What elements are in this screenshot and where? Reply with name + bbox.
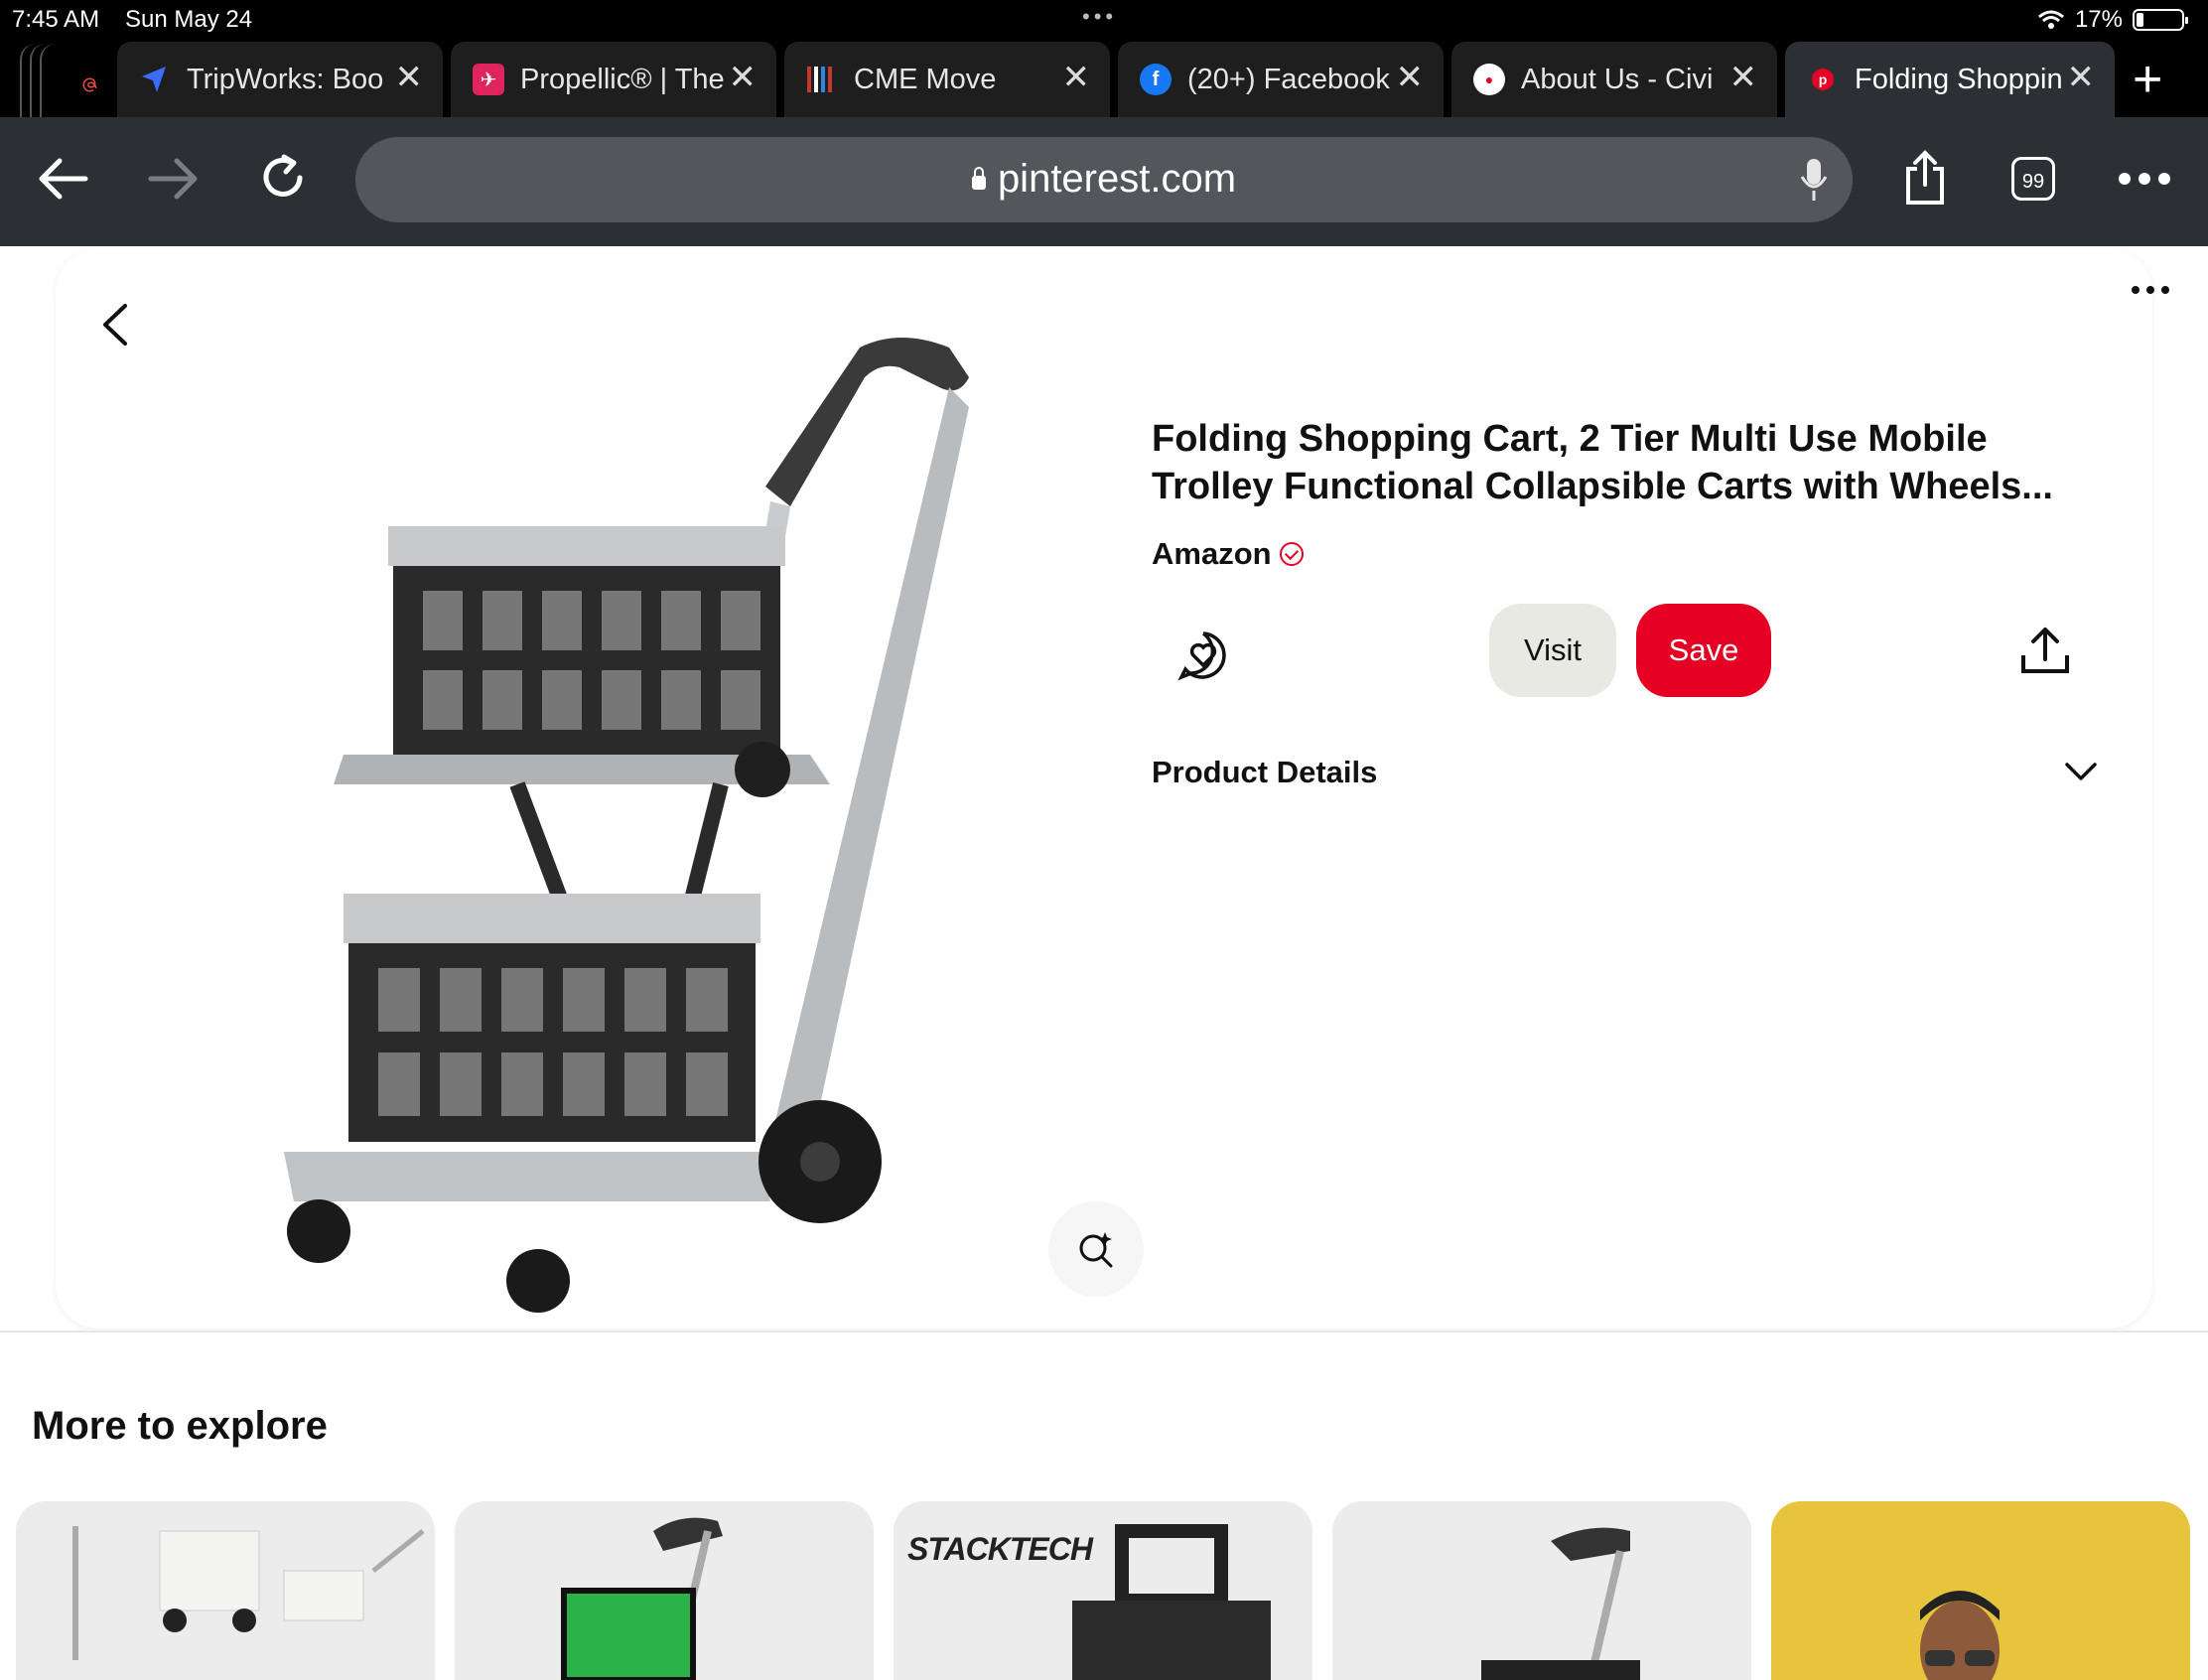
product-image[interactable]	[254, 328, 1148, 1321]
tab-folding-shopping-cart[interactable]: p Folding Shoppin ✕	[1785, 42, 2115, 117]
status-bar: 7:45 AM Sun May 24 ••• 17%	[0, 0, 2208, 40]
close-tab-icon[interactable]: ✕	[2067, 58, 2096, 97]
multitasking-dots-icon[interactable]: •••	[1082, 4, 1117, 30]
tab-title: About Us - Civi	[1521, 64, 1714, 95]
wifi-icon	[2037, 10, 2064, 29]
more-to-explore-heading: More to explore	[32, 1404, 328, 1448]
tab-title: CME Move	[854, 64, 997, 95]
tab-title: Propellic® | The	[520, 64, 725, 95]
tab-about-civi[interactable]: ● About Us - Civi ✕	[1451, 42, 1777, 117]
close-tab-icon[interactable]: ✕	[395, 58, 424, 97]
pin-page: Folding Shopping Cart, 2 Tier Multi Use …	[0, 246, 2208, 1680]
tile-image-green-cart	[561, 1517, 723, 1680]
tab-count-button[interactable]: 99	[2011, 157, 2055, 201]
tab-facebook[interactable]: f (20+) Facebook ✕	[1118, 42, 1444, 117]
pinterest-icon: p	[1812, 69, 1834, 90]
pin-card: Folding Shopping Cart, 2 Tier Multi Use …	[56, 248, 2152, 1329]
pin-more-icon[interactable]	[2131, 284, 2170, 296]
more-options-icon[interactable]	[2117, 171, 2172, 187]
status-time: 7:45 AM	[12, 6, 100, 33]
pin-title: Folding Shopping Cart, 2 Tier Multi Use …	[1152, 418, 2053, 507]
explore-tile[interactable]	[455, 1501, 874, 1680]
share-pin-icon[interactable]	[2019, 626, 2071, 675]
tile-image-folding-wagon	[72, 1526, 425, 1660]
verified-check-icon	[1279, 542, 1304, 566]
address-bar[interactable]: pinterest.com	[355, 137, 1853, 222]
navigation-arrow-icon	[139, 64, 171, 95]
battery-percent: 17%	[2074, 6, 2123, 33]
react-heart-icon[interactable]	[1177, 630, 1229, 681]
explore-tile[interactable]	[16, 1501, 435, 1680]
facebook-icon: f	[1140, 64, 1172, 95]
tab-title: TripWorks: Boo	[187, 64, 384, 95]
tab-title: (20+) Facebook	[1187, 64, 1390, 95]
explore-tile[interactable]	[1332, 1501, 1751, 1680]
microphone-icon[interactable]	[1799, 157, 1829, 203]
new-tab-button[interactable]: +	[2133, 52, 2162, 107]
back-arrow-icon[interactable]	[38, 157, 89, 201]
save-button[interactable]: Save	[1636, 604, 1771, 697]
tile-image-stacktech	[1072, 1524, 1271, 1680]
propellic-logo-icon: ✈	[473, 64, 504, 95]
explore-tile[interactable]: STACKTECH	[894, 1501, 1312, 1680]
forward-arrow-icon[interactable]	[147, 157, 199, 201]
tab-tripworks[interactable]: TripWorks: Boo ✕	[117, 42, 443, 117]
tab-propellic[interactable]: ✈ Propellic® | The ✕	[451, 42, 776, 117]
visual-search-icon	[1079, 1232, 1113, 1268]
url-text: pinterest.com	[997, 157, 1237, 201]
chevron-down-icon[interactable]	[2063, 761, 2099, 782]
tile-image-person	[1920, 1591, 2000, 1680]
civi-logo-icon: ●	[1473, 64, 1505, 95]
close-tab-icon[interactable]: ✕	[1396, 58, 1425, 97]
visual-search-button[interactable]	[1048, 1201, 1144, 1297]
explore-tile[interactable]	[1771, 1501, 2190, 1680]
close-tab-icon[interactable]: ✕	[1729, 58, 1758, 97]
partial-tab-icon[interactable]: ဇ	[81, 62, 99, 106]
close-tab-icon[interactable]: ✕	[729, 58, 758, 97]
tab-title: Folding Shoppin	[1855, 64, 2063, 95]
back-chevron-icon[interactable]	[91, 298, 145, 351]
share-icon[interactable]	[1900, 149, 1950, 207]
cme-logo-icon	[806, 64, 838, 95]
battery-icon	[2133, 9, 2188, 31]
visit-button[interactable]: Visit	[1489, 604, 1616, 697]
product-details-toggle[interactable]: Product Details	[1152, 755, 1377, 790]
seller-name: Amazon	[1152, 536, 1272, 571]
seller-link[interactable]: Amazon	[1152, 536, 1304, 572]
tab-cme-move[interactable]: CME Move ✕	[784, 42, 1110, 117]
close-tab-icon[interactable]: ✕	[1062, 58, 1091, 97]
lock-icon	[971, 167, 986, 190]
divider	[0, 1330, 2208, 1332]
status-date: Sun May 24	[125, 6, 253, 33]
reload-icon[interactable]	[258, 153, 308, 203]
tile-image-gray-cart	[1481, 1527, 1640, 1680]
tile-brand-text: STACKTECH	[907, 1531, 1093, 1567]
